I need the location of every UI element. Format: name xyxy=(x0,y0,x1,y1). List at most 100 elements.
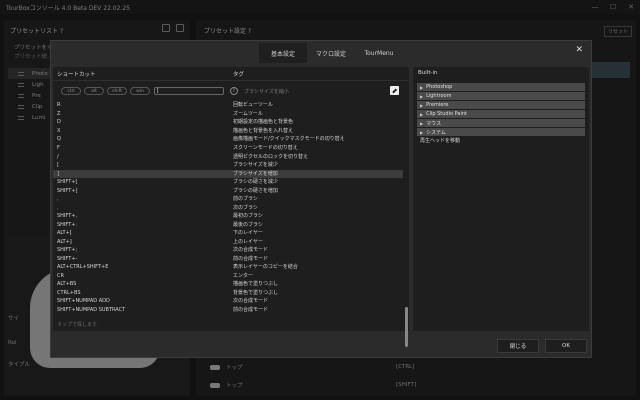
builtin-group[interactable]: ▶ Photoshop xyxy=(417,83,585,91)
table-row[interactable]: . 次のブラシ xyxy=(53,204,403,213)
shortcut-tag: 前のブラシ xyxy=(233,196,258,202)
scrollbar[interactable] xyxy=(405,307,408,347)
table-row[interactable]: ALT+CTRL+SHIFT+E 表示レイヤーのコピーを結合 xyxy=(53,263,403,272)
table-row[interactable]: F スクリーンモードの切り替え xyxy=(53,144,403,153)
expand-icon: ▶ xyxy=(420,102,424,108)
table-row[interactable]: ] ブラシサイズを増加 xyxy=(53,169,403,178)
shortcut-key: D xyxy=(57,119,61,125)
builtin-group[interactable]: ▶ Lightroom xyxy=(417,92,585,100)
shift-toggle[interactable]: shift xyxy=(107,87,127,95)
builtin-group[interactable]: ▶ システム xyxy=(417,128,585,136)
close-button[interactable]: 閉じる xyxy=(497,339,539,353)
table-row[interactable]: CTRL+BS 背景色で塗りつぶし xyxy=(53,289,403,298)
table-row[interactable]: Q 画像描画モード/クイックマスクモードの切り替え xyxy=(53,135,403,144)
table-row[interactable]: ALT+BS 描画色で塗りつぶし xyxy=(53,280,403,289)
shortcut-tag: 次のブラシ xyxy=(233,204,258,211)
shortcut-key: ALT+[ xyxy=(57,230,72,236)
tag-input[interactable]: ブラシサイズを縮小 xyxy=(244,88,289,95)
expand-icon: ▶ xyxy=(420,93,424,99)
shortcut-tag: ズームツール xyxy=(233,110,263,117)
shortcut-key: X xyxy=(57,127,61,134)
shortcut-key: / xyxy=(57,153,59,160)
table-row[interactable]: SHIFT+; 次の合成モード xyxy=(53,246,403,255)
tab-basic-settings[interactable]: 基本設定 xyxy=(259,43,307,63)
shortcut-tag: 前の合成モード xyxy=(233,255,269,262)
dialog-tabs: 基本設定 マクロ設定 TourMenu xyxy=(259,43,403,63)
win-toggle[interactable]: win xyxy=(130,87,150,95)
builtin-group-label: Premiere xyxy=(426,102,449,108)
shortcut-tag: 次の合成モード xyxy=(233,247,269,253)
tab-macro-settings[interactable]: マクロ設定 xyxy=(307,43,355,63)
table-row[interactable]: SHIFT+] ブラシの硬さを増加 xyxy=(53,187,403,196)
shortcut-tag: ブラシサイズを増加 xyxy=(233,170,278,177)
builtin-group-label: Lightroom xyxy=(426,93,452,99)
help-icon[interactable]: ? xyxy=(230,87,238,95)
tab-tourmenu[interactable]: TourMenu xyxy=(355,43,403,63)
shortcut-tag: エンター xyxy=(233,272,254,279)
shortcut-tag: 回転ビューツール xyxy=(233,102,273,108)
shortcut-key: ] xyxy=(57,170,59,177)
shortcut-table: ショートカット タグ ctrl alt shift win [ ? ブラシサイズ… xyxy=(53,67,409,347)
table-row[interactable]: SHIFT+NUMPAD ADD 次の合成モード xyxy=(53,297,403,306)
expand-icon: ▶ xyxy=(420,120,424,126)
table-row[interactable]: CR エンター xyxy=(53,272,403,281)
shortcut-tag: 前の合成モード xyxy=(233,306,269,313)
table-row[interactable]: SHIFT+[ブラシの硬さを減少 xyxy=(53,178,403,187)
shortcut-key: F xyxy=(57,145,60,151)
builtin-group-label: Photoshop xyxy=(426,84,453,90)
table-row[interactable]: D 初期設定の描画色と背景色 xyxy=(53,118,403,127)
expand-icon: ▶ xyxy=(420,129,424,135)
builtin-list: ▶ Photoshop ▶ Lightroom ▶ Premiere ▶ Clip St… xyxy=(417,83,585,144)
builtin-panel: Built-in ▶ Photoshop ▶ Lightroom ▶ Premiere… xyxy=(413,67,589,331)
shortcut-tag: ブラシの硬さを減少 xyxy=(233,179,278,185)
ctrl-toggle[interactable]: ctrl xyxy=(61,87,81,95)
close-icon[interactable]: ✕ xyxy=(575,45,583,55)
shortcut-key: SHIFT+] xyxy=(57,187,78,194)
shortcut-editor-row: ctrl alt shift win [ ? ブラシサイズを縮小 xyxy=(53,85,409,97)
shortcut-key: . xyxy=(57,204,59,211)
table-row[interactable]: , 前のブラシ xyxy=(53,195,403,204)
search-input[interactable]: タップで探します xyxy=(57,321,97,328)
table-row[interactable]: SHIFT+. 最後のブラシ xyxy=(53,221,403,230)
builtin-group-label: Clip Studio Paint xyxy=(426,111,467,117)
builtin-item[interactable]: 再生ヘッドを移動 xyxy=(417,137,585,144)
shortcut-key: SHIFT+. xyxy=(57,221,78,228)
table-row[interactable]: ALT+[ 下のレイヤー xyxy=(53,229,403,238)
table-row[interactable]: [ブラシサイズを減少 xyxy=(53,161,403,170)
table-row[interactable]: ALT+] 上のレイヤー xyxy=(53,238,403,247)
shortcut-key: ALT+BS xyxy=(57,281,77,287)
shortcut-key: CTRL+BS xyxy=(57,289,81,296)
shortcut-tag: 描画色と背景色を入れ替え xyxy=(233,127,294,134)
builtin-group[interactable]: ▶ Clip Studio Paint xyxy=(417,110,585,118)
shortcut-tag: 下のレイヤー xyxy=(233,230,263,236)
table-row[interactable]: SHIFT+NUMPAD SUBTRACT 前の合成モード xyxy=(53,306,403,315)
table-row[interactable]: / 透明ピクセルのロックを切り替え xyxy=(53,153,403,162)
expand-icon: ▶ xyxy=(420,84,424,90)
ok-button[interactable]: OK xyxy=(545,339,587,353)
builtin-group-label: マウス xyxy=(426,120,442,127)
shortcut-tag: 初期設定の描画色と背景色 xyxy=(233,119,294,125)
shortcut-key: Q xyxy=(57,136,61,142)
alt-toggle[interactable]: alt xyxy=(84,87,104,95)
table-row[interactable]: SHIFT+- 前の合成モード xyxy=(53,255,403,264)
shortcut-key: SHIFT+; xyxy=(57,247,78,253)
table-row[interactable]: SHIFT+, 最初のブラシ xyxy=(53,212,403,221)
shortcut-tag: 最初のブラシ xyxy=(233,213,263,219)
builtin-group-label: システム xyxy=(426,129,446,136)
key-input[interactable]: [ xyxy=(154,87,224,95)
builtin-group[interactable]: ▶ マウス xyxy=(417,119,585,127)
shortcut-tag: 最後のブラシ xyxy=(233,221,263,228)
table-row[interactable]: X 描画色と背景色を入れ替え xyxy=(53,127,403,136)
shortcut-key: R xyxy=(57,102,61,108)
shortcut-tag: 上のレイヤー xyxy=(233,238,263,245)
edit-icon[interactable] xyxy=(390,86,399,95)
shortcut-key: SHIFT+NUMPAD SUBTRACT xyxy=(57,306,126,313)
table-row[interactable]: R 回転ビューツール xyxy=(53,101,403,110)
column-shortcut: ショートカット xyxy=(57,71,96,78)
shortcut-tag: スクリーンモードの切り替え xyxy=(233,145,298,151)
shortcut-tag: 描画色で塗りつぶし xyxy=(233,281,279,287)
shortcut-tag: 透明ピクセルのロックを切り替え xyxy=(233,153,309,160)
shortcut-key: Z xyxy=(57,110,61,117)
builtin-group[interactable]: ▶ Premiere xyxy=(417,101,585,109)
table-row[interactable]: Z ズームツール xyxy=(53,110,403,119)
